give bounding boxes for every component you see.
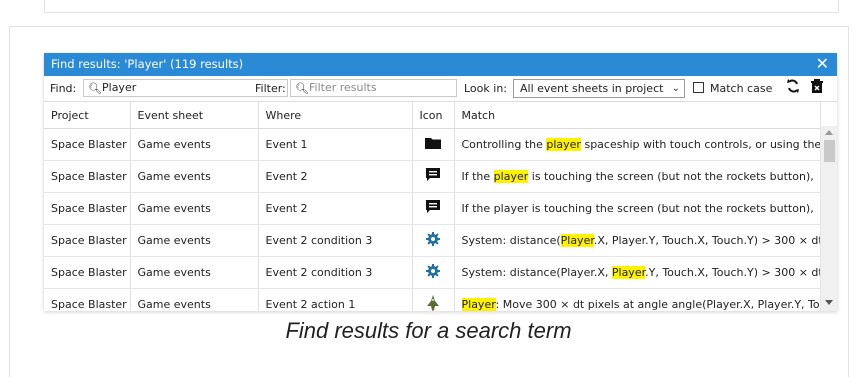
column-header-project[interactable]: Project xyxy=(44,102,131,129)
cell-match: System: distance(Player.X, Player.Y, Tou… xyxy=(454,224,821,257)
table-row[interactable]: Space Blaster Game events Event 2 action… xyxy=(44,288,821,311)
dialog-titlebar: Find results: 'Player' (119 results) ✕ xyxy=(44,53,837,76)
cell-project: Space Blaster xyxy=(44,256,131,289)
match-text: Controlling the xyxy=(461,138,547,151)
cell-icon xyxy=(412,256,455,289)
cell-project: Space Blaster xyxy=(44,128,131,161)
folder-icon xyxy=(424,138,441,149)
match-text: .X, Player.Y, Touch.X, Touch.Y) > 300 × … xyxy=(593,234,820,247)
column-header-where[interactable]: Where xyxy=(258,102,413,129)
chevron-down-icon: ⌄ xyxy=(671,83,680,94)
match-case-label: Match case xyxy=(710,82,773,95)
column-header-icon[interactable]: Icon xyxy=(412,102,455,129)
match-case-checkbox[interactable] xyxy=(693,82,704,93)
cell-match: Controlling the player spaceship with to… xyxy=(454,128,821,161)
cell-where: Event 2 xyxy=(258,192,413,225)
gear-icon xyxy=(425,264,440,278)
scroll-up-arrow-icon[interactable] xyxy=(825,130,833,135)
filter-input[interactable]: 🔍︎ Filter results xyxy=(290,79,457,97)
cell-icon xyxy=(412,224,455,257)
search-toolbar: Find: 🔍︎ Player Filter: 🔍︎ Filter result… xyxy=(44,76,837,102)
match-highlight: player xyxy=(493,170,529,183)
match-text: System: distance( xyxy=(461,234,561,247)
look-in-value: All event sheets in project xyxy=(520,82,664,95)
match-text: If the player is touching the screen (bu… xyxy=(461,202,814,215)
match-text: System: distance(Player.X, xyxy=(461,266,612,279)
cell-where: Event 2 condition 3 xyxy=(258,256,413,289)
vertical-scrollbar[interactable] xyxy=(820,126,837,311)
player-sprite-icon xyxy=(426,295,439,311)
cell-icon xyxy=(412,128,455,161)
match-highlight: Player xyxy=(461,298,496,311)
cell-project: Space Blaster xyxy=(44,224,131,257)
results-body: Space Blaster Game events Event 1 Contro… xyxy=(44,128,821,311)
table-header-row: Project Event sheet Where Icon Match xyxy=(44,102,821,129)
comment-icon xyxy=(425,168,440,181)
cell-match: System: distance(Player.X, Player.Y, Tou… xyxy=(454,256,821,289)
close-icon[interactable]: ✕ xyxy=(816,54,829,74)
table-row[interactable]: Space Blaster Game events Event 2 If the… xyxy=(44,160,821,193)
cell-match: If the player is touching the screen (bu… xyxy=(454,160,821,193)
cell-icon xyxy=(412,288,455,311)
cell-event-sheet: Game events xyxy=(130,160,259,193)
find-results-dialog: Find results: 'Player' (119 results) ✕ F… xyxy=(44,53,837,311)
cell-event-sheet: Game events xyxy=(130,288,259,311)
match-highlight: Player xyxy=(560,234,594,247)
look-in-label: Look in: xyxy=(464,82,507,95)
find-value: Player xyxy=(102,81,137,94)
results-table: Project Event sheet Where Icon Match Spa… xyxy=(44,102,821,311)
scrollbar-thumb[interactable] xyxy=(824,140,835,162)
cell-event-sheet: Game events xyxy=(130,224,259,257)
column-header-match[interactable]: Match xyxy=(454,102,821,129)
cell-event-sheet: Game events xyxy=(130,256,259,289)
figure-caption: Find results for a search term xyxy=(285,318,572,343)
table-row[interactable]: Space Blaster Game events Event 2 condit… xyxy=(44,224,821,257)
match-highlight: player xyxy=(546,138,581,151)
filter-label: Filter: xyxy=(255,82,286,95)
search-icon: 🔍︎ xyxy=(88,82,102,95)
match-text: : Move 300 × dt pixels at angle angle(Pl… xyxy=(495,298,820,311)
dialog-title: Find results: 'Player' (119 results) xyxy=(51,57,244,71)
cell-project: Space Blaster xyxy=(44,288,131,311)
gear-icon xyxy=(425,232,440,246)
table-row[interactable]: Space Blaster Game events Event 2 condit… xyxy=(44,256,821,289)
filter-placeholder: Filter results xyxy=(309,81,377,94)
cell-where: Event 2 action 1 xyxy=(258,288,413,311)
refresh-icon[interactable] xyxy=(784,78,802,98)
match-text: .Y, Touch.X, Touch.Y) > 300 × dt xyxy=(645,266,820,279)
cell-project: Space Blaster xyxy=(44,192,131,225)
previous-figure-frame xyxy=(44,0,839,13)
cell-match: Player: Move 300 × dt pixels at angle an… xyxy=(454,288,821,311)
search-icon: 🔍︎ xyxy=(295,82,309,95)
match-highlight: Player xyxy=(611,266,646,279)
table-row[interactable]: Space Blaster Game events Event 2 If the… xyxy=(44,192,821,225)
cell-event-sheet: Game events xyxy=(130,128,259,161)
match-text: spaceship with touch controls, or using … xyxy=(580,138,820,151)
look-in-select[interactable]: All event sheets in project ⌄ xyxy=(513,79,685,98)
table-row[interactable]: Space Blaster Game events Event 1 Contro… xyxy=(44,128,821,161)
cell-where: Event 1 xyxy=(258,128,413,161)
comment-icon xyxy=(425,200,440,213)
cell-icon xyxy=(412,192,455,225)
cell-where: Event 2 xyxy=(258,160,413,193)
match-text: If the xyxy=(461,170,494,183)
cell-match: If the player is touching the screen (bu… xyxy=(454,192,821,225)
scroll-down-arrow-icon[interactable] xyxy=(825,300,833,305)
trash-icon[interactable] xyxy=(808,78,826,98)
column-header-event-sheet[interactable]: Event sheet xyxy=(130,102,259,129)
cell-event-sheet: Game events xyxy=(130,192,259,225)
find-label: Find: xyxy=(50,82,77,95)
cell-icon xyxy=(412,160,455,193)
cell-where: Event 2 condition 3 xyxy=(258,224,413,257)
cell-project: Space Blaster xyxy=(44,160,131,193)
match-text: is touching the screen (but not the rock… xyxy=(528,170,814,183)
